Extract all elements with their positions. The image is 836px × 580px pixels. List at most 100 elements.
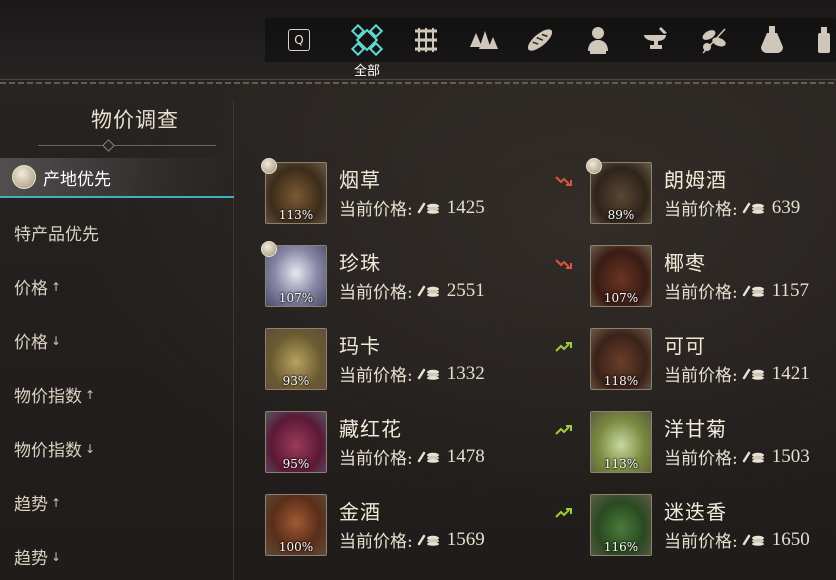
minerals-icon [470,31,498,49]
goods-card[interactable]: 118% 可可 当前价格: 1421 [590,328,836,398]
goods-card[interactable]: 107% 珍珠当前价格: 2551 [261,241,585,315]
goods-card[interactable]: 113% 洋甘菊 当前价格: 1503 [590,411,836,481]
origin-coin-icon [586,158,602,174]
silver-coin-icon [417,534,439,546]
current-price: 1478 [446,445,485,467]
goods-thumbnail: 116% [590,494,652,556]
sort-trend-asc[interactable]: 趋势 ↑ [14,490,61,515]
price-label: 当前价格: [339,283,413,303]
category-statue-button[interactable] [578,20,618,60]
sort-label: 价格 [14,279,48,299]
price-label: 当前价格: [664,449,738,469]
goods-name: 藏红花 [339,417,402,441]
price-index: 113% [603,457,639,471]
goods-name: 烟草 [339,168,381,192]
origin-coin-icon [261,158,277,174]
sort-index-desc[interactable]: 物价指数 ↓ [14,436,95,461]
category-potion-button[interactable] [752,20,792,60]
price-label: 当前价格: [664,283,738,303]
price-index: 93% [282,374,310,388]
trend-up-icon [555,425,572,435]
silver-coin-icon [742,451,764,463]
price-row: 当前价格: 2551 [339,278,485,304]
category-bottle-button[interactable] [810,20,836,60]
category-anvil-button[interactable] [636,20,676,60]
goods-card[interactable]: 95% 藏红花当前价格: 1478 [265,411,585,481]
goods-card[interactable]: 116% 迷迭香当前价格: 1650 [590,494,836,564]
sort-descending-icon: ↓ [85,441,96,456]
price-row: 当前价格: 1503 [664,444,810,470]
price-label: 当前价格: [339,449,413,469]
silver-coin-icon [742,202,764,214]
goods-name: 玛卡 [339,334,381,358]
price-label: 当前价格: [339,200,413,220]
goods-thumbnail: 93% [265,328,327,390]
current-price: 639 [771,196,801,218]
sort-price-desc[interactable]: 价格 ↓ [14,328,61,353]
price-row: 当前价格: 639 [664,195,801,221]
key-hint-q: Q [288,29,310,51]
category-bread-button[interactable] [520,20,560,60]
sort-price-asc[interactable]: 价格 ↑ [14,274,61,299]
silver-coin-icon [742,368,764,380]
price-index: 100% [278,540,314,554]
category-all-label: 全部 [353,64,380,79]
textile-icon [415,28,437,52]
trend-down-icon [555,259,572,269]
category-minerals-button[interactable] [463,20,503,60]
price-row: 当前价格: 1421 [664,361,810,387]
category-herbs-button[interactable] [694,20,734,60]
category-bar: Q 全部 [0,0,836,79]
goods-name: 珍珠 [339,251,381,275]
price-row: 当前价格: 1332 [339,361,485,387]
goods-name: 朗姆酒 [664,168,727,192]
bread-icon [527,29,553,51]
price-index: 118% [603,374,639,388]
goods-card[interactable]: 107% 椰枣 当前价格: 1157 [590,245,836,315]
price-label: 当前价格: [664,366,738,386]
sort-label: 产地优先 [43,169,111,190]
category-all-button[interactable] [347,20,387,60]
sort-trend-desc[interactable]: 趋势 ↓ [14,544,61,569]
sort-label: 物价指数 [14,387,82,407]
goods-thumbnail: 118% [590,328,652,390]
trend-up-icon [555,342,572,352]
goods-card[interactable]: 100% 金酒当前价格: 1569 [265,494,585,564]
goods-card[interactable]: 89% 朗姆酒当前价格: 639 [586,158,836,232]
sort-ascending-icon: ↑ [85,387,96,402]
price-label: 当前价格: [664,200,738,220]
silver-coin-icon [417,368,439,380]
sidebar-title: 物价调查 [91,108,179,132]
current-price: 1157 [771,279,810,301]
price-index: 113% [278,208,314,222]
current-price: 2551 [446,279,485,301]
sort-index-asc[interactable]: 物价指数 ↑ [14,382,95,407]
sidebar-title-ornament [102,139,115,152]
current-price: 1569 [446,528,485,550]
price-index: 95% [282,457,310,471]
price-label: 当前价格: [664,532,738,552]
goods-thumbnail: 95% [265,411,327,473]
price-index: 107% [603,291,639,305]
price-index: 89% [607,208,635,222]
goods-card[interactable]: 113% 烟草 当前价格: 1425 [261,158,585,232]
price-index: 107% [278,291,314,305]
category-textile-button[interactable] [406,20,446,60]
current-price: 1421 [771,362,810,384]
silver-coin-icon [742,534,764,546]
current-price: 1503 [771,445,810,467]
silver-coin-icon [417,202,439,214]
sort-label: 特产品优先 [14,225,99,245]
sort-label: 物价指数 [14,441,82,461]
goods-card[interactable]: 93% 玛卡当前价格: 1332 [265,328,585,398]
sort-label: 价格 [14,333,48,353]
price-row: 当前价格: 1157 [664,278,810,304]
goods-name: 迷迭香 [664,500,727,524]
price-label: 当前价格: [339,532,413,552]
price-row: 当前价格: 1569 [339,527,485,553]
sort-specialty-first[interactable]: 特产品优先 [14,220,99,245]
sort-origin-first[interactable]: 产地优先 [0,158,234,198]
current-price: 1650 [771,528,810,550]
goods-name: 金酒 [339,500,381,524]
sidebar-title-rule [38,145,216,146]
